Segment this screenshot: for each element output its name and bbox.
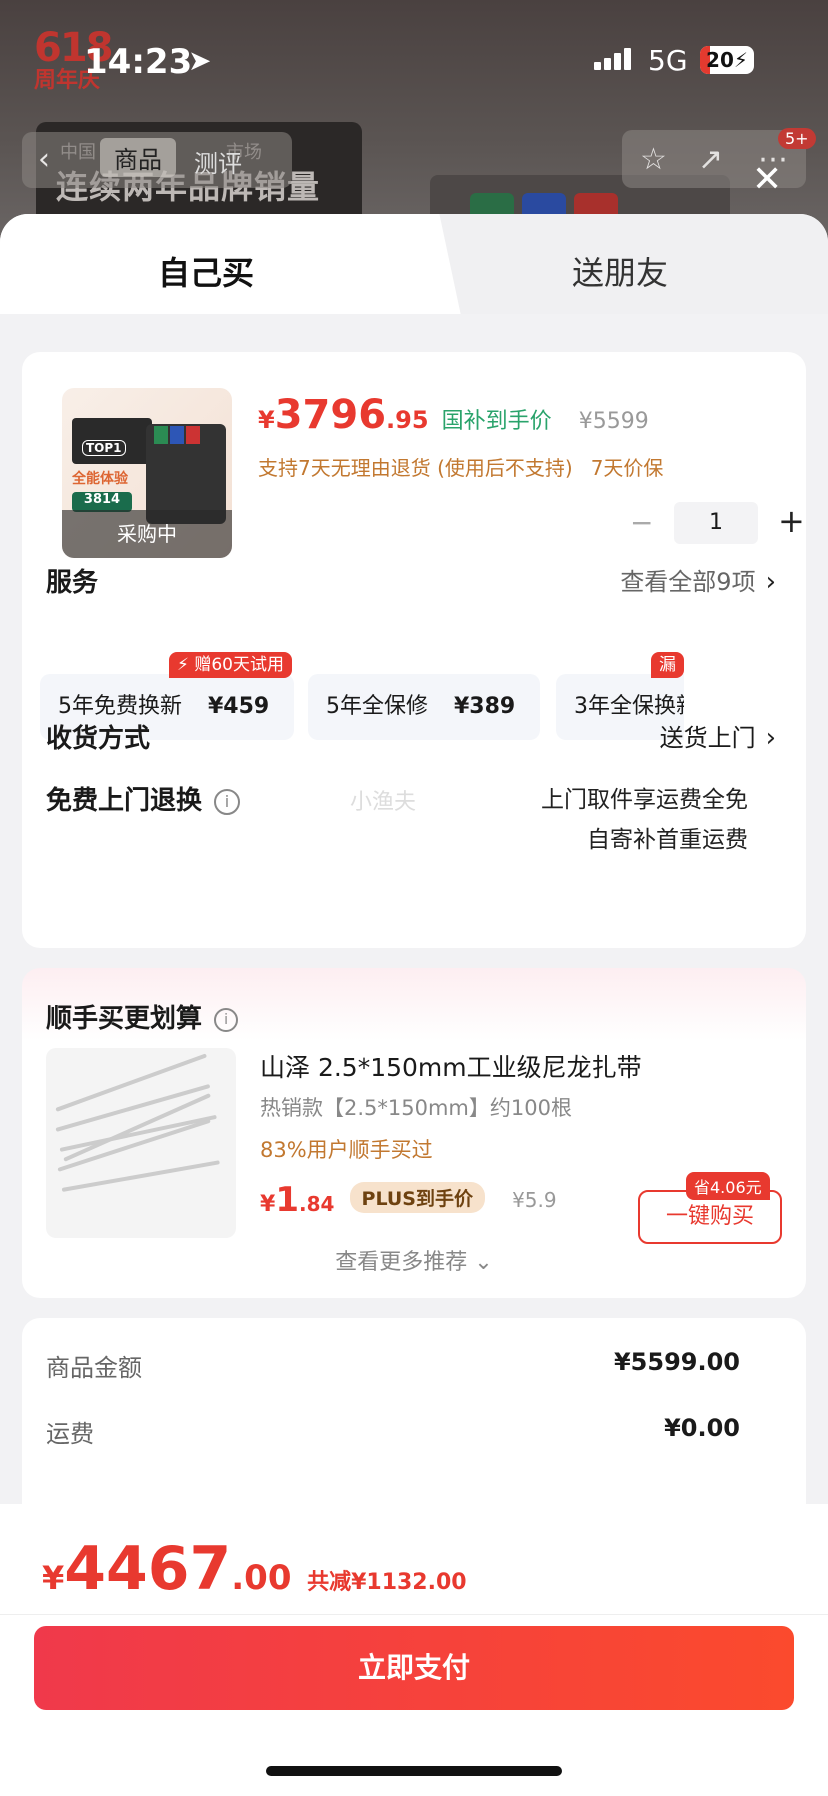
chevron-right-icon: › bbox=[765, 723, 776, 753]
order-card: TOP1 全能体验 3814 采购中 ¥3796.95 国补到手价 ¥5599 … bbox=[22, 352, 806, 948]
payment-footer: ¥4467.00 共减¥1132.00 立即支付 bbox=[0, 1504, 828, 1796]
save-badge: 省4.06元 bbox=[686, 1172, 770, 1200]
addon-item-spec: 热销款【2.5*150mm】约100根 bbox=[260, 1096, 572, 1120]
home-indicator bbox=[266, 1766, 562, 1776]
purchase-mode-tabs: 自己买 送朋友 bbox=[0, 214, 828, 314]
services-title: 服务 bbox=[46, 568, 99, 598]
delivery-method[interactable]: 送货上门 › bbox=[660, 718, 776, 753]
chevron-down-icon: ⌄ bbox=[474, 1250, 493, 1275]
info-icon[interactable]: i bbox=[214, 788, 241, 815]
addon-title: 顺手买更划算 i bbox=[46, 998, 239, 1035]
tab-product[interactable]: 商品 bbox=[100, 138, 176, 177]
cable-tie-image[interactable] bbox=[46, 1048, 236, 1238]
back-arrow-icon[interactable]: ‹ bbox=[38, 142, 50, 177]
message-badge: 5+ bbox=[778, 128, 816, 149]
addon-price: ¥1.84 PLUS到手价 ¥5.9 bbox=[260, 1180, 557, 1220]
status-bar: 14:23 ➤ 5G 20⚡ bbox=[0, 38, 828, 82]
share-icon[interactable]: ↗ bbox=[698, 142, 723, 177]
battery-icon: 20⚡ bbox=[700, 46, 754, 74]
shipping-row: 运费 ¥0.00 bbox=[46, 1414, 740, 1448]
return-policy: 支持7天无理由退货 (使用后不支持) 7天价保 bbox=[258, 456, 664, 480]
network-type: 5G bbox=[648, 44, 688, 77]
more-recommendations[interactable]: 查看更多推荐 ⌄ bbox=[22, 1244, 806, 1276]
watermark: 小渔夫 bbox=[350, 790, 417, 815]
addon-orig-price: ¥5.9 bbox=[512, 1188, 557, 1212]
addon-item-name[interactable]: 山泽 2.5*150mm工业级尼龙扎带 bbox=[260, 1048, 642, 1084]
pay-now-button[interactable]: 立即支付 bbox=[34, 1626, 794, 1710]
discount-total: 共减¥1132.00 bbox=[307, 1570, 467, 1595]
goods-amount-row: 商品金额 ¥5599.00 bbox=[46, 1348, 740, 1382]
buying-status: 采购中 bbox=[62, 510, 232, 558]
tab-buy-self[interactable]: 自己买 bbox=[0, 214, 420, 314]
quantity-input[interactable]: 1 bbox=[674, 502, 758, 544]
status-time: 14:23 bbox=[84, 42, 193, 82]
trial-badge: ⚡ 赠60天试用 bbox=[169, 652, 292, 678]
info-icon[interactable]: i bbox=[214, 1007, 239, 1032]
free-return-title: 免费上门退换 i bbox=[46, 780, 241, 817]
background-product-page: 618 周年庆 中国 市场 连续两年品牌销量 ‹ 商品 测评 ☆ ↗ ⋯ 5+ bbox=[0, 0, 828, 240]
decrease-button[interactable]: − bbox=[630, 506, 653, 539]
tab-review[interactable]: 测评 bbox=[194, 144, 242, 179]
view-all-services[interactable]: 查看全部9项 › bbox=[620, 562, 776, 597]
tab-gift-friend[interactable]: 送朋友 bbox=[572, 248, 668, 294]
signal-icon bbox=[594, 48, 634, 70]
addon-buyers: 83%用户顺手买过 bbox=[260, 1138, 433, 1162]
original-price: ¥5599 bbox=[578, 409, 649, 434]
favorite-star-icon[interactable]: ☆ bbox=[640, 142, 667, 177]
increase-button[interactable]: + bbox=[778, 502, 805, 540]
addon-card: 顺手买更划算 i 山泽 2.5*150mm工业级尼龙扎带 热销款【2.5*150m… bbox=[22, 968, 806, 1298]
free-return-info: 上门取件享运费全免 自寄补首重运费 bbox=[541, 787, 748, 853]
service-option[interactable]: 5年全保修 ¥389 bbox=[308, 674, 540, 740]
product-image[interactable]: TOP1 全能体验 3814 采购中 bbox=[62, 388, 232, 558]
chevron-right-icon: › bbox=[765, 567, 776, 597]
product-page-tabs: ‹ 商品 测评 bbox=[22, 132, 292, 188]
subsidy-label: 国补到手价 bbox=[441, 409, 552, 434]
price-protect: 7天价保 bbox=[590, 456, 664, 480]
product-price: ¥3796.95 国补到手价 ¥5599 bbox=[258, 392, 649, 438]
close-icon[interactable]: ✕ bbox=[752, 162, 782, 198]
divider bbox=[0, 1614, 828, 1615]
location-arrow-icon: ➤ bbox=[188, 44, 212, 77]
total-price: ¥4467.00 共减¥1132.00 bbox=[42, 1534, 467, 1604]
delivery-title: 收货方式 bbox=[46, 724, 151, 754]
plus-price-tag: PLUS到手价 bbox=[349, 1182, 485, 1213]
